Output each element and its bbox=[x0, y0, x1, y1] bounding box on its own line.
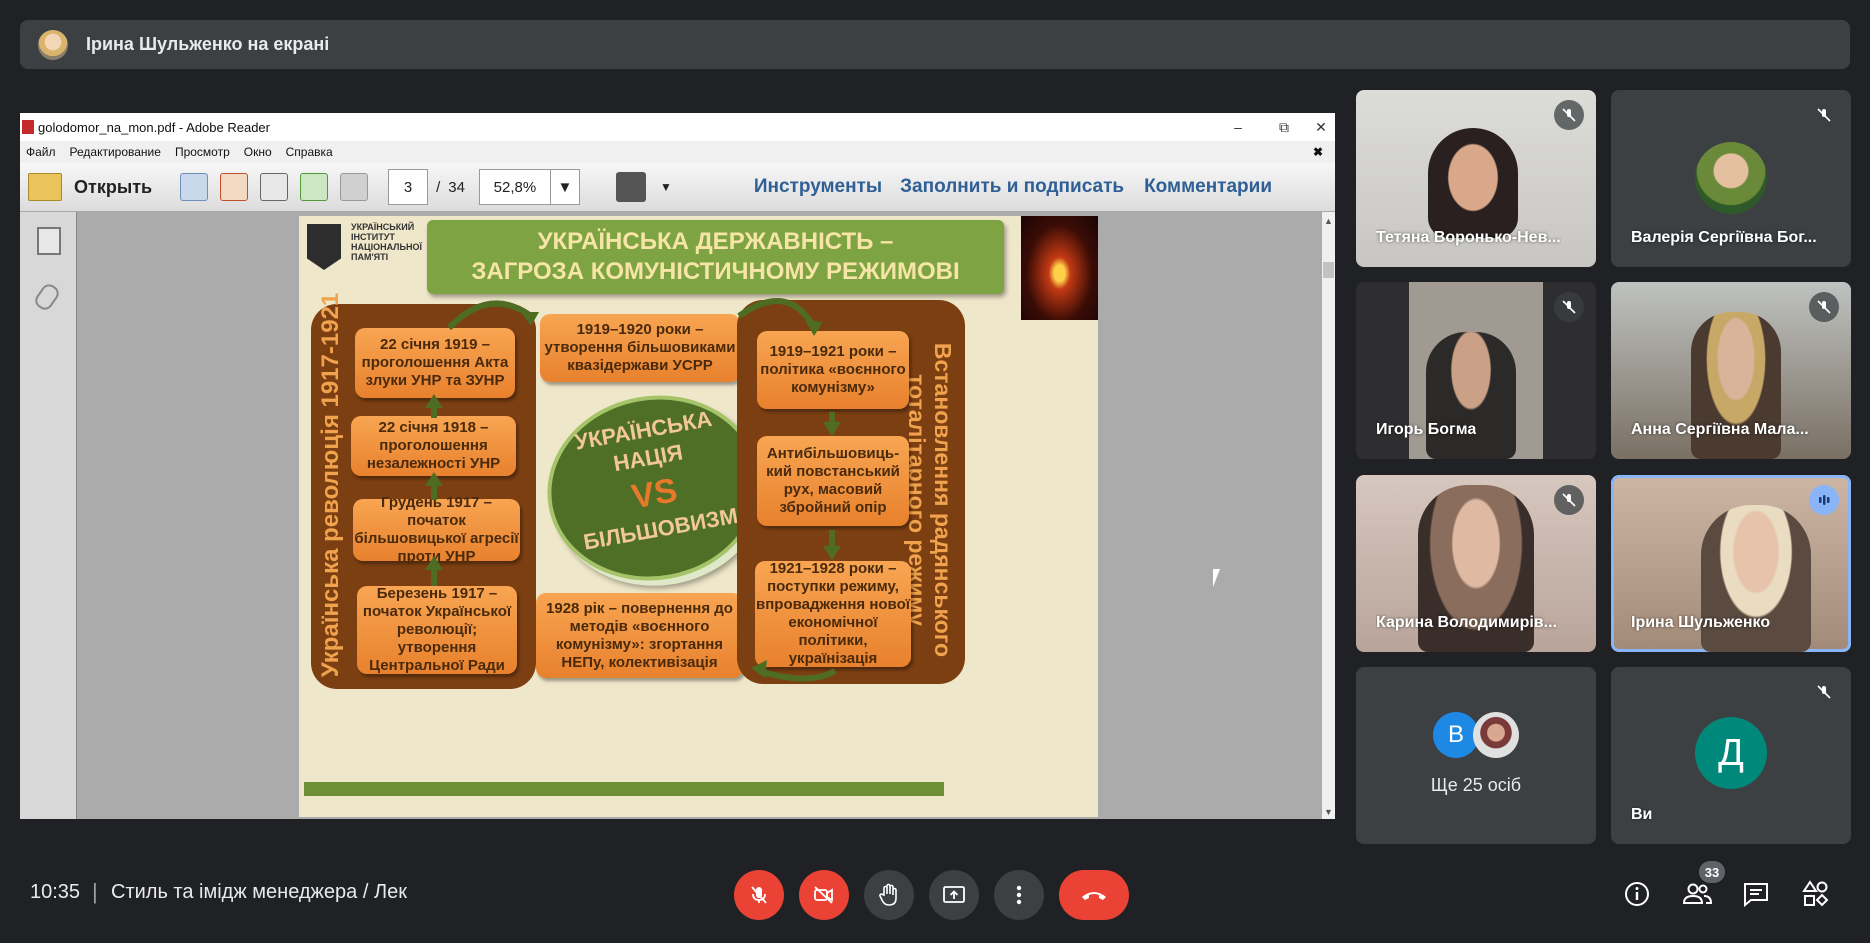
page-separator: / bbox=[436, 178, 441, 196]
sign-icon[interactable] bbox=[260, 173, 289, 201]
activities-button[interactable] bbox=[1798, 876, 1834, 912]
speaking-indicator-icon bbox=[1809, 485, 1839, 515]
mouse-cursor-icon bbox=[1213, 569, 1220, 587]
reader-toolbar: Открыть 3 / 34 52,8% ▼ ▼ Инструменты Зап… bbox=[20, 163, 1335, 212]
participant-tile[interactable]: Игорь Богма bbox=[1356, 282, 1596, 459]
presenter-banner-text: Ірина Шульженко на екрані bbox=[86, 34, 330, 54]
hand-icon bbox=[879, 883, 897, 906]
navigation-pane bbox=[20, 212, 77, 819]
shared-screen: golodomor_na_mon.pdf - Adobe Reader – ⧉ … bbox=[20, 113, 1335, 819]
participant-tile[interactable]: Анна Сергіївна Мала... bbox=[1611, 282, 1851, 459]
window-titlebar: golodomor_na_mon.pdf - Adobe Reader – ⧉ … bbox=[20, 113, 1335, 141]
menu-help[interactable]: Справка bbox=[286, 145, 333, 159]
mic-off-icon bbox=[1809, 292, 1839, 322]
people-count-badge: 33 bbox=[1699, 861, 1725, 883]
close-button[interactable]: ✕ bbox=[1307, 113, 1335, 141]
participant-tile[interactable]: Карина Володимирів... bbox=[1356, 475, 1596, 652]
menu-window[interactable]: Окно bbox=[244, 145, 272, 159]
participant-name: Карина Володимирів... bbox=[1376, 614, 1557, 631]
folder-icon[interactable] bbox=[28, 173, 62, 201]
mic-off-icon bbox=[1554, 485, 1584, 515]
participant-name: Игорь Богма bbox=[1376, 421, 1477, 438]
avatar bbox=[1695, 142, 1767, 214]
open-button[interactable]: Открыть bbox=[74, 177, 152, 198]
fit-page-icon[interactable] bbox=[615, 172, 646, 202]
toolbar-more-icon[interactable]: ▼ bbox=[660, 180, 672, 194]
fill-sign-link[interactable]: Заполнить и подписать bbox=[900, 176, 1124, 198]
save-icon[interactable] bbox=[340, 173, 369, 201]
self-tile[interactable]: Д Ви bbox=[1611, 667, 1851, 844]
comments-link[interactable]: Комментарии bbox=[1144, 176, 1272, 198]
avatar bbox=[1473, 712, 1519, 758]
create-pdf-icon[interactable] bbox=[180, 173, 209, 201]
leave-call-button[interactable] bbox=[1059, 870, 1129, 920]
mic-off-icon bbox=[1809, 100, 1839, 130]
chat-button[interactable] bbox=[1738, 876, 1774, 912]
export-pdf-icon[interactable] bbox=[220, 173, 249, 201]
mic-off-icon bbox=[751, 886, 767, 904]
page-total: 34 bbox=[448, 178, 465, 196]
participant-name: Валерія Сергіївна Бог... bbox=[1631, 229, 1817, 246]
menu-edit[interactable]: Редактирование bbox=[70, 145, 161, 159]
participant-tile[interactable]: Тетяна Воронько-Нев... bbox=[1356, 90, 1596, 267]
tools-link[interactable]: Инструменты bbox=[754, 176, 882, 198]
camera-off-icon bbox=[814, 886, 833, 904]
mic-toggle-button[interactable] bbox=[734, 870, 784, 920]
page-number-input[interactable]: 3 bbox=[388, 169, 429, 205]
menu-bar: Файл Редактирование Просмотр Окно Справк… bbox=[20, 141, 1335, 163]
minimize-button[interactable]: – bbox=[1215, 113, 1261, 141]
meeting-title: Стиль та імідж менеджера / Лек bbox=[111, 881, 407, 903]
restore-button[interactable]: ⧉ bbox=[1261, 113, 1307, 141]
meeting-info-button[interactable] bbox=[1619, 876, 1655, 912]
info-icon bbox=[1625, 882, 1649, 906]
clock: 10:35 bbox=[30, 881, 81, 903]
pdf-file-icon bbox=[22, 120, 34, 134]
participant-name: Ірина Шульженко bbox=[1631, 614, 1771, 631]
mic-off-icon bbox=[1554, 100, 1584, 130]
participant-tile[interactable]: Валерія Сергіївна Бог... bbox=[1611, 90, 1851, 267]
camera-toggle-button[interactable] bbox=[799, 870, 849, 920]
close-doc-icon[interactable]: ✖ bbox=[1313, 145, 1323, 159]
upload-icon[interactable] bbox=[300, 173, 329, 201]
mic-off-icon bbox=[1554, 292, 1584, 322]
zoom-dropdown-icon[interactable]: ▼ bbox=[550, 169, 580, 205]
attachment-icon[interactable] bbox=[32, 281, 62, 313]
present-icon bbox=[943, 886, 965, 903]
pages-thumbnail-icon[interactable] bbox=[37, 227, 61, 255]
hang-up-icon bbox=[1082, 892, 1106, 900]
more-vert-icon bbox=[1016, 885, 1022, 905]
flow-arrows bbox=[446, 298, 837, 682]
participant-tile-active-speaker[interactable]: Ірина Шульженко bbox=[1611, 475, 1851, 652]
more-options-button[interactable] bbox=[994, 870, 1044, 920]
participant-name: Тетяна Воронько-Нев... bbox=[1376, 229, 1561, 246]
slide-footer-bar bbox=[304, 782, 944, 796]
chat-icon bbox=[1744, 883, 1768, 907]
menu-view[interactable]: Просмотр bbox=[175, 145, 230, 159]
vertical-scrollbar[interactable]: ▲ ▼ bbox=[1322, 212, 1335, 819]
bottom-separator: | bbox=[92, 879, 98, 904]
window-title: golodomor_na_mon.pdf - Adobe Reader bbox=[38, 119, 270, 135]
participant-name: Анна Сергіївна Мала... bbox=[1631, 421, 1809, 438]
presenter-banner: Ірина Шульженко на екрані bbox=[20, 20, 1850, 69]
participant-name: Ви bbox=[1631, 806, 1653, 823]
mic-off-icon bbox=[1809, 677, 1839, 707]
raise-hand-button[interactable] bbox=[864, 870, 914, 920]
pdf-slide: УКРАЇНСЬКИЙ ІНСТИТУТ НАЦІОНАЛЬНОЇ ПАМ'ЯТ… bbox=[299, 216, 1098, 817]
others-tile[interactable]: В Ще 25 осіб bbox=[1356, 667, 1596, 844]
others-count-label: Ще 25 осіб bbox=[1430, 775, 1522, 795]
presenter-avatar bbox=[38, 29, 68, 60]
avatar: Д bbox=[1695, 717, 1767, 789]
activities-icon bbox=[1802, 880, 1829, 907]
present-screen-button[interactable] bbox=[929, 870, 979, 920]
menu-file[interactable]: Файл bbox=[26, 145, 56, 159]
people-icon bbox=[1682, 883, 1713, 904]
zoom-input[interactable]: 52,8% bbox=[478, 169, 551, 205]
